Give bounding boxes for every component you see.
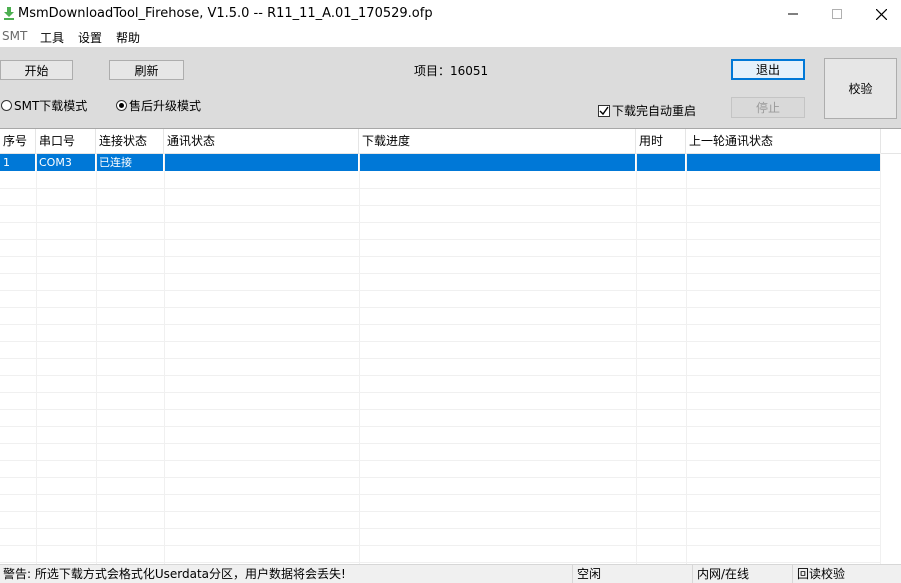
row-gridline [0,494,880,495]
column-header-last-status[interactable]: 上一轮通讯状态 [686,129,881,153]
cell-time [636,154,686,171]
verify-button[interactable]: 校验 [824,58,897,119]
minimize-icon [788,13,798,15]
table-row[interactable]: 1 COM3 已连接 [0,154,880,171]
checkbox-checked-icon [598,104,610,117]
row-gridline [0,188,880,189]
column-gridline [96,153,97,564]
row-gridline [0,290,880,291]
auto-reboot-checkbox[interactable]: 下载完自动重启 [598,102,696,119]
column-header-index[interactable]: 序号 [0,129,36,153]
refresh-button[interactable]: 刷新 [109,60,184,80]
column-gridline [164,153,165,564]
row-gridline [0,341,880,342]
menu-bar: SMT 工具 设置 帮助 [0,28,901,47]
radio-smt-mode[interactable]: SMT下载模式 [1,97,87,114]
cell-connection: 已连接 [96,154,164,171]
row-gridline [0,239,880,240]
row-gridline [0,375,880,376]
row-gridline [0,511,880,512]
row-gridline [0,528,880,529]
row-gridline [0,392,880,393]
status-warning: 警告: 所选下载方式会格式化Userdata分区，用户数据将会丢失! [0,565,573,583]
row-gridline [0,358,880,359]
cell-last-status [686,154,880,171]
row-gridline [0,545,880,546]
cell-port: COM3 [36,154,96,171]
row-gridline [0,273,880,274]
row-gridline [0,409,880,410]
column-gridline [636,153,637,564]
row-gridline [0,460,880,461]
exit-button[interactable]: 退出 [731,59,805,80]
column-gridline [880,153,881,564]
radio-aftersale-mode[interactable]: 售后升级模式 [116,97,201,114]
close-icon [875,8,887,20]
row-gridline [0,426,880,427]
column-header-port[interactable]: 串口号 [36,129,96,153]
cell-comm [164,154,359,171]
download-arrow-icon [2,6,16,20]
column-header-progress[interactable]: 下载进度 [359,129,636,153]
device-table: 序号 串口号 连接状态 通讯状态 下载进度 用时 上一轮通讯状态 1 COM3 … [0,129,901,564]
radio-selected-icon [116,100,127,111]
cell-index: 1 [0,154,36,171]
menu-smt[interactable]: SMT [2,29,27,43]
column-header-time[interactable]: 用时 [636,129,686,153]
title-bar: MsmDownloadTool_Firehose, V1.5.0 -- R11_… [0,0,901,28]
row-gridline [0,256,880,257]
window-title: MsmDownloadTool_Firehose, V1.5.0 -- R11_… [18,6,433,21]
status-readback: 回读校验 [797,567,846,581]
maximize-button[interactable] [814,0,860,28]
status-state: 空闲 [573,565,693,583]
start-button[interactable]: 开始 [0,60,73,80]
status-network: 内网/在线 [693,565,793,583]
control-panel: 开始 刷新 项目：16051 退出 停止 校验 SMT下载模式 售后升级模式 下… [0,47,901,129]
auto-reboot-label: 下载完自动重启 [612,104,697,118]
row-gridline [0,324,880,325]
table-header: 序号 串口号 连接状态 通讯状态 下载进度 用时 上一轮通讯状态 [0,129,901,154]
row-gridline [0,307,880,308]
menu-help[interactable]: 帮助 [116,29,140,46]
column-gridline [359,153,360,564]
cell-progress [359,154,636,171]
radio-icon [1,100,12,111]
row-gridline [0,205,880,206]
column-gridline [686,153,687,564]
menu-settings[interactable]: 设置 [78,29,102,46]
project-label: 项目：16051 [414,64,489,78]
maximize-icon [832,9,842,19]
stop-button[interactable]: 停止 [731,97,805,118]
minimize-button[interactable] [770,0,816,28]
column-gridline [36,153,37,564]
status-bar: 警告: 所选下载方式会格式化Userdata分区，用户数据将会丢失! 空闲 内网… [0,564,901,583]
column-header-comm[interactable]: 通讯状态 [164,129,359,153]
column-header-connection[interactable]: 连接状态 [96,129,164,153]
row-gridline [0,443,880,444]
radio-aftersale-label: 售后升级模式 [129,99,202,113]
radio-smt-label: SMT下载模式 [14,99,88,113]
menu-tools[interactable]: 工具 [40,29,64,46]
row-gridline [0,477,880,478]
row-gridline [0,222,880,223]
row-gridline [0,562,880,563]
close-button[interactable] [858,0,901,28]
